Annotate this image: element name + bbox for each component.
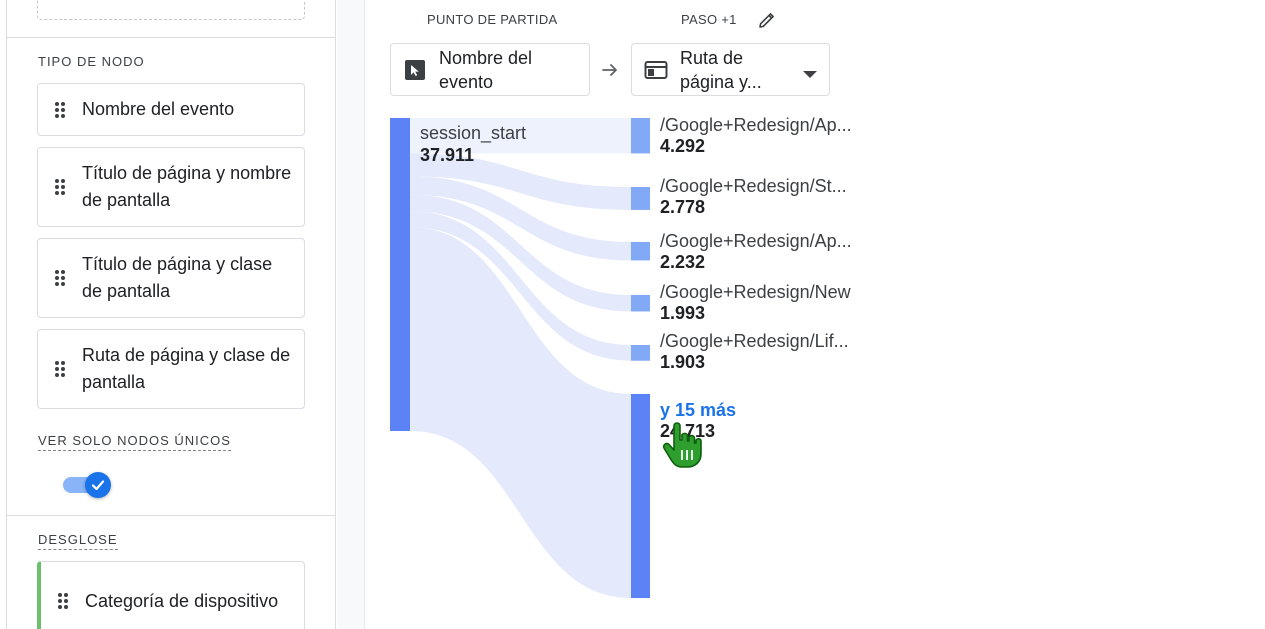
arrow-right-icon [600, 60, 620, 80]
node-type-page-path-screen-class[interactable]: Ruta de página y clase de pantalla [37, 329, 305, 409]
pencil-icon[interactable] [757, 10, 777, 30]
settings-panel: TIPO DE NODO Nombre del evento Título de… [0, 0, 336, 629]
hand-cursor-icon [660, 420, 708, 470]
drag-handle-icon[interactable] [41, 593, 85, 609]
panel-gutter [337, 0, 364, 629]
breakdown-label: Categoría de dispositivo [85, 590, 279, 611]
start-point-heading: PUNTO DE PARTIDA [427, 12, 558, 27]
panel-edge [6, 0, 7, 629]
check-icon [85, 472, 111, 498]
step-heading: PASO +1 [681, 12, 737, 27]
divider [6, 515, 336, 516]
drag-handle-icon[interactable] [38, 270, 82, 286]
drag-handle-icon[interactable] [38, 179, 82, 195]
breakdown-heading: DESGLOSE [38, 532, 118, 550]
start-dimension-label: Nombre del evento [439, 47, 533, 92]
source-node-value: 37.911 [420, 145, 475, 165]
web-page-icon [632, 60, 680, 80]
source-node-label: session_start [420, 123, 527, 143]
step-dimension-select[interactable]: Ruta de página y... [631, 43, 830, 96]
chevron-down-icon [803, 66, 817, 84]
node-type-label: Título de página y nombre de pantalla [82, 163, 292, 210]
target-node-value: 4.292 [660, 136, 706, 156]
target-node-value: 1.993 [660, 303, 706, 323]
unique-nodes-heading: VER SOLO NODOS ÚNICOS [38, 433, 231, 451]
breakdown-device-category[interactable]: Categoría de dispositivo [37, 561, 305, 629]
target-node-label: /Google+Redesign/New [660, 282, 851, 302]
node-type-label: Título de página y clase de pantalla [82, 254, 273, 301]
target-node-bar[interactable] [631, 187, 650, 210]
start-dimension-select[interactable]: Nombre del evento [390, 43, 590, 96]
target-node-label: /Google+Redesign/Ap... [660, 231, 852, 251]
node-type-label: Nombre del evento [82, 99, 235, 119]
target-node-bar[interactable] [631, 295, 650, 312]
node-type-label: Ruta de página y clase de pantalla [82, 345, 291, 392]
node-type-event-name[interactable]: Nombre del evento [37, 83, 305, 136]
target-node-label: /Google+Redesign/Lif... [660, 331, 849, 351]
target-node-bar[interactable] [631, 118, 650, 154]
target-node-label: /Google+Redesign/Ap... [660, 115, 852, 135]
target-node-label: /Google+Redesign/St... [660, 176, 847, 196]
node-type-heading: TIPO DE NODO [38, 54, 145, 69]
target-node-value: 2.232 [660, 252, 706, 272]
exploration-screen: TIPO DE NODO Nombre del evento Título de… [0, 0, 1265, 629]
more-node-bar[interactable] [631, 394, 650, 598]
drag-handle-icon[interactable] [38, 361, 82, 377]
divider [6, 37, 336, 38]
step-dimension-label: Ruta de página y... [680, 47, 762, 92]
drop-zone-card[interactable] [37, 0, 305, 20]
cursor-box-icon [391, 59, 439, 81]
source-node-bar[interactable] [390, 118, 410, 431]
target-node-value: 1.903 [660, 352, 706, 372]
more-nodes-link[interactable]: y 15 más [660, 400, 736, 420]
target-node-bar[interactable] [631, 345, 650, 361]
target-node-bar[interactable] [631, 242, 650, 261]
node-type-page-title-screen-name[interactable]: Título de página y nombre de pantalla [37, 147, 305, 227]
node-type-page-title-screen-class[interactable]: Título de página y clase de pantalla [37, 238, 305, 318]
unique-nodes-toggle[interactable] [63, 472, 113, 498]
target-node-value: 2.778 [660, 197, 706, 217]
drag-handle-icon[interactable] [38, 101, 82, 118]
